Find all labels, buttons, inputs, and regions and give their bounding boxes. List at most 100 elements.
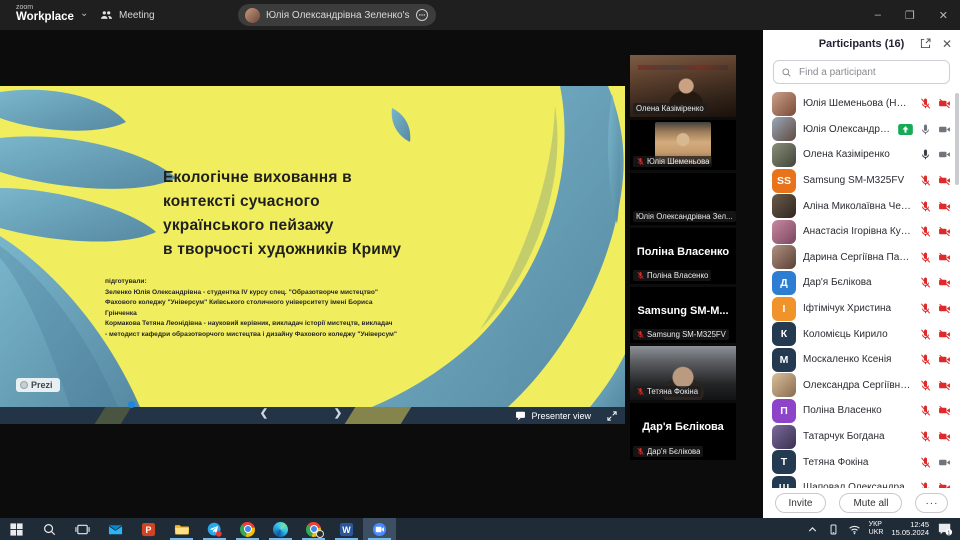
taskbar-app-taskview[interactable] [66, 518, 99, 540]
slide-credits-line: підготували: [105, 277, 397, 288]
taskbar-app-edge[interactable] [264, 518, 297, 540]
slide-title-line: контексті сучасного [163, 190, 401, 214]
video-tile[interactable]: Samsung SM-M...Samsung SM-M325FV [630, 287, 736, 343]
language-indicator[interactable]: УКР UKR [869, 521, 884, 538]
participant-row[interactable]: ДДар'я Бєлікова [763, 270, 960, 296]
meeting-stage: Екологічне виховання вконтексті сучасног… [0, 30, 960, 518]
taskbar-app-zoom[interactable] [363, 518, 396, 540]
previous-slide-icon[interactable]: ❮ [256, 408, 272, 419]
participant-avatar [772, 92, 796, 116]
mic-muted-icon [919, 430, 932, 443]
tray-chevron-up-icon[interactable] [806, 523, 819, 536]
participant-row[interactable]: ММоскаленко Ксенія [763, 347, 960, 373]
screen-share-badge [898, 124, 913, 135]
participant-name: Тетяна Фокіна [803, 457, 912, 468]
search-box[interactable] [773, 60, 950, 84]
tab-active-meeting[interactable]: Юлія Олександрівна Зеленко's [238, 4, 436, 26]
taskbar-app-word[interactable]: W [330, 518, 363, 540]
participant-row[interactable]: ППоліна Власенко [763, 398, 960, 424]
participant-name: Коломієць Кирило [803, 329, 912, 340]
participant-row[interactable]: Юлія Олександрівна Зелен... [763, 117, 960, 143]
participant-row[interactable]: Юлія Шеменьова (Host, me) [763, 91, 960, 117]
video-tile[interactable]: Юлія Шеменьова [630, 120, 736, 170]
taskbar-app-mail[interactable] [99, 518, 132, 540]
close-button[interactable]: ✕ [939, 9, 948, 22]
slide-title-line: Екологічне виховання в [163, 166, 401, 190]
more-options-button[interactable]: ··· [915, 493, 948, 513]
presenter-view-button[interactable]: Presenter view [515, 407, 591, 424]
chrome-app-icon [240, 522, 255, 537]
taskbar-app-explorer[interactable] [165, 518, 198, 540]
video-tile[interactable]: Юлія Олександрівна Зел... [630, 173, 736, 225]
participant-row[interactable]: ІІфтімічук Христина [763, 296, 960, 322]
participant-row[interactable]: К Коломієць Кирило [763, 321, 960, 347]
more-options-icon[interactable] [415, 8, 429, 22]
participant-row[interactable]: Татарчук Богдана [763, 424, 960, 450]
camera-off-icon [938, 481, 951, 488]
minimize-button[interactable]: – [875, 9, 881, 21]
fullscreen-expand-icon[interactable] [606, 409, 618, 424]
zoom-app-icon [372, 522, 387, 537]
tile-name-label: Дар'я Бєлікова [633, 446, 703, 457]
video-tile[interactable]: Олена Казіміренко [630, 55, 736, 117]
taskbar-app-chrome-profile[interactable] [297, 518, 330, 540]
participant-status-icons [919, 276, 951, 289]
video-tile[interactable]: Дар'я БєліковаДар'я Бєлікова [630, 403, 736, 460]
tab-meeting[interactable]: Meeting [100, 0, 155, 30]
maximize-button[interactable]: ❐ [905, 9, 915, 22]
participant-status-icons [919, 379, 951, 392]
tile-big-name: Samsung SM-M... [630, 305, 736, 317]
next-slide-icon[interactable]: ❯ [330, 408, 346, 419]
profile-badge [316, 530, 324, 538]
prezi-progress-dot[interactable] [128, 401, 135, 408]
camera-off-icon [938, 276, 951, 289]
search-input[interactable] [797, 66, 942, 79]
zoom-workplace-brand: zoom Workplace [16, 4, 74, 24]
participant-search [763, 57, 960, 91]
mic-muted-icon [919, 302, 932, 315]
scrollbar[interactable] [955, 93, 959, 185]
mic-muted-icon [919, 251, 932, 264]
video-tile[interactable]: Тетяна Фокіна [630, 346, 736, 400]
taskbar-app-chrome[interactable] [231, 518, 264, 540]
taskbar-app-start[interactable] [0, 518, 33, 540]
tile-name-label: Поліна Власенко [633, 270, 711, 281]
mic-muted-icon [636, 330, 645, 339]
invite-button[interactable]: Invite [775, 493, 827, 513]
taskbar-app-telegram[interactable] [198, 518, 231, 540]
telegram-app-icon [207, 522, 222, 537]
participant-row[interactable]: Анастасія Ігорівна Купрієнко [763, 219, 960, 245]
svg-text:P: P [146, 525, 152, 535]
participant-row[interactable]: Дарина Сергіївна Паламарчук [763, 245, 960, 271]
participants-list: Юлія Шеменьова (Host, me) Юлія Олександрі… [763, 91, 960, 488]
popout-panel-icon[interactable] [919, 37, 932, 50]
camera-on-icon [938, 123, 951, 136]
notification-center-icon[interactable]: 1 [937, 522, 953, 536]
participant-row[interactable]: SSSamsung SM-M325FV [763, 168, 960, 194]
wifi-icon[interactable] [848, 523, 861, 536]
mic-on-icon [919, 123, 932, 136]
taskbar-app-powerpoint[interactable]: P [132, 518, 165, 540]
mic-muted-icon [636, 271, 645, 280]
participants-panel-title: Participants (16) [819, 38, 905, 50]
taskbar-app-search[interactable] [33, 518, 66, 540]
mute-all-button[interactable]: Mute all [839, 493, 902, 513]
participant-row[interactable]: Аліна Миколаївна Черепінська [763, 193, 960, 219]
participant-avatar: К [772, 322, 796, 346]
clock[interactable]: 12:45 15.05.2024 [891, 521, 929, 538]
mic-muted-icon [919, 379, 932, 392]
participant-avatar [772, 373, 796, 397]
chevron-down-icon[interactable]: ⌄ [80, 8, 88, 19]
slide-credits: підготували:Зеленко Юлія Олександрівна -… [105, 277, 397, 341]
participant-name: Юлія Олександрівна Зелен... [803, 124, 891, 135]
camera-off-icon [938, 404, 951, 417]
notification-count: 1 [947, 530, 950, 536]
participant-row[interactable]: Олена Казіміренко [763, 142, 960, 168]
participant-row[interactable]: ТТетяна Фокіна [763, 449, 960, 475]
participant-row[interactable]: ШШаповал Олександра [763, 475, 960, 488]
prezi-logo[interactable]: Prezi [16, 378, 60, 392]
video-tile[interactable]: Поліна ВласенкоПоліна Власенко [630, 228, 736, 284]
participant-row[interactable]: Олександра Сергіївна Шпак [763, 373, 960, 399]
device-icon[interactable] [827, 523, 840, 536]
close-panel-icon[interactable]: ✕ [942, 38, 952, 50]
